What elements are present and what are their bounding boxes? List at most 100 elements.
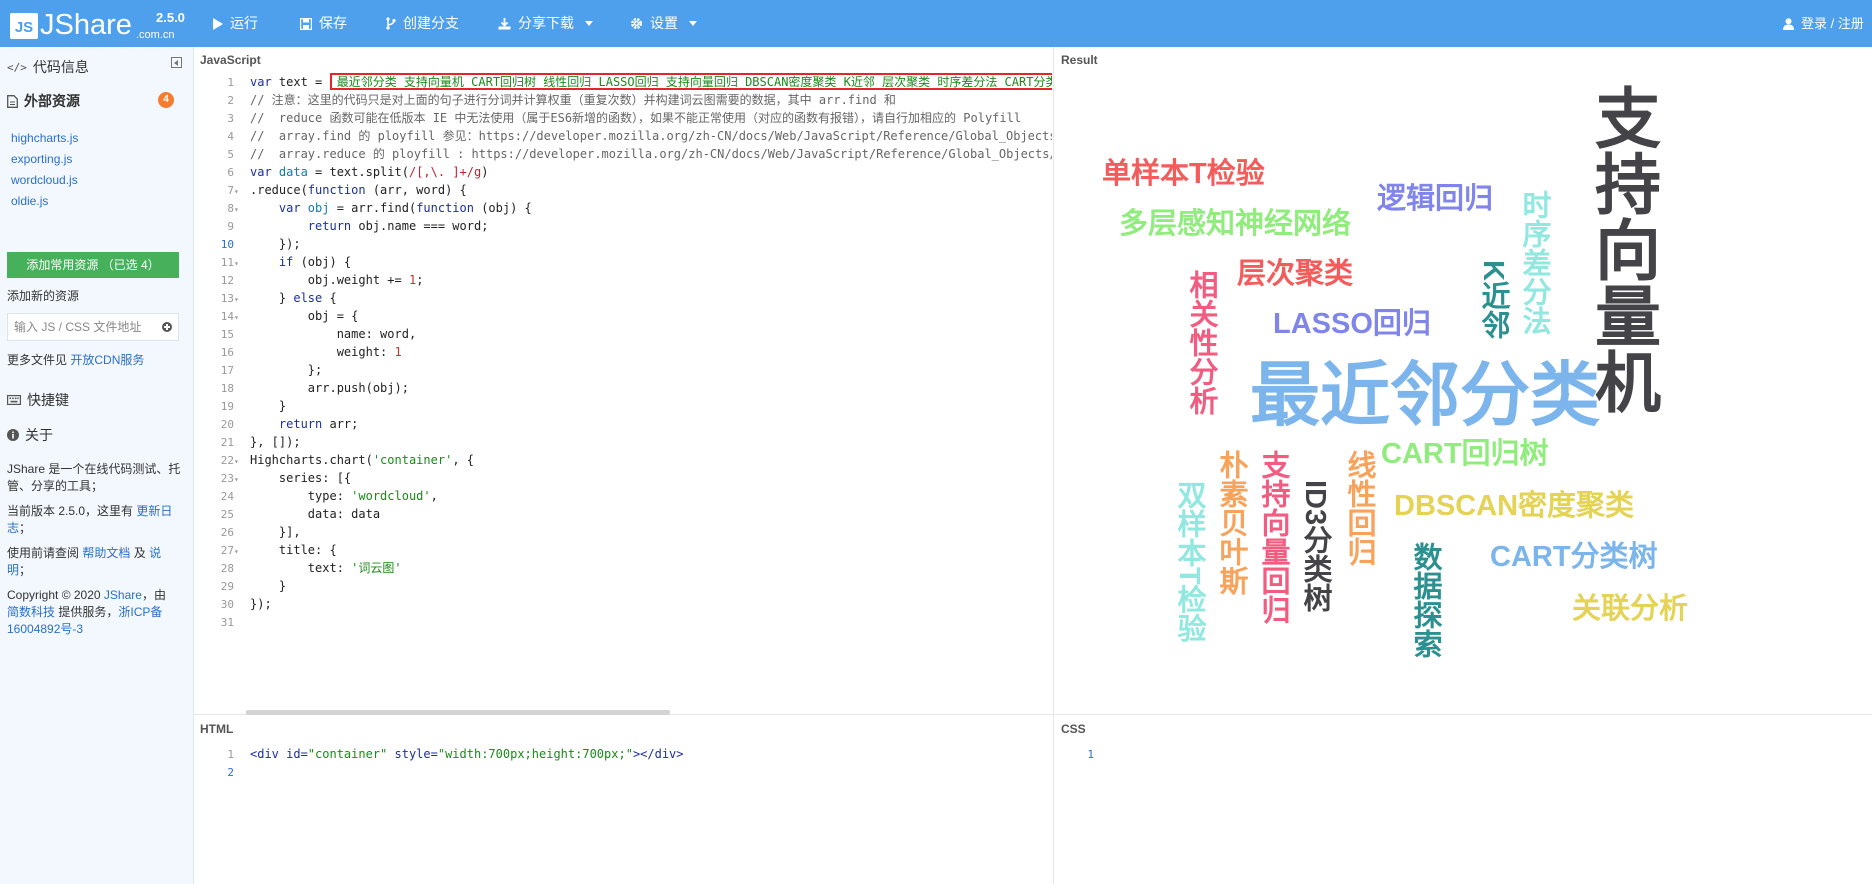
about-description: JShare 是一个在线代码测试、托管、分享的工具； [7, 462, 181, 493]
code-line: 30}); [220, 597, 272, 611]
jshare-link[interactable]: JShare [104, 588, 142, 602]
code-line: 8▾ var obj = arr.find(function (obj) { [227, 201, 532, 215]
js-panel-label: JavaScript [200, 53, 261, 67]
code-line: 15 name: word, [220, 327, 417, 341]
sidebar-item-external[interactable]: 外部资源 [7, 91, 80, 111]
add-new-resource-label: 添加新的资源 [7, 289, 80, 303]
fork-button[interactable]: 创建分支 [386, 0, 459, 47]
word-14[interactable]: ID3分类树 [1299, 480, 1331, 612]
code-line: 4// array.find 的 ployfill 参见：https://dev… [227, 129, 1052, 143]
word-12[interactable]: 朴素贝叶斯 [1215, 450, 1247, 595]
word-13[interactable]: 支持向量回归 [1257, 450, 1289, 624]
logo-word: JShare [40, 9, 132, 41]
logo[interactable]: JS JShare .com.cn 2.5.0 [10, 6, 185, 42]
word-4[interactable]: 多层感知神经网络 [1119, 210, 1351, 239]
code-line: 1 var text = 最近邻分类 支持向量机 CART回归树 线性回归 LA… [227, 73, 1052, 90]
code-line: 11▾ if (obj) { [220, 255, 352, 269]
word-5[interactable]: 时序差分法 [1518, 190, 1550, 335]
word-16[interactable]: 双样本T检验 [1173, 480, 1205, 643]
horizontal-scrollbar[interactable] [246, 710, 670, 715]
word-6[interactable]: 层次聚类 [1237, 260, 1353, 289]
code-line: 10 }); [220, 237, 301, 251]
add-circle-icon[interactable] [162, 322, 172, 332]
keyboard-icon [7, 395, 21, 405]
wordcloud-chart: 支持向量机 最近邻分类 单样本T检验 逻辑回归 多层感知神经网络 时序差分法 层次聚类 K近邻… [1054, 60, 1872, 710]
code-line: 12 obj.weight += 1; [220, 273, 424, 287]
word-11[interactable]: 线性回归 [1343, 450, 1375, 566]
code-line: 5// array.reduce 的 ployfill : https://de… [227, 147, 1052, 161]
resource-link[interactable]: oldie.js [11, 194, 48, 208]
word-9[interactable]: LASSO回归 [1273, 310, 1431, 339]
word-15[interactable]: DBSCAN密度聚类 [1394, 492, 1634, 521]
code-line: 7▾ .reduce(function (arr, word) { [227, 183, 467, 197]
version-info: 当前版本 2.5.0，这里有 更新日志； [7, 504, 173, 535]
code-line: 18 arr.push(obj); [220, 381, 409, 395]
code-line: 13▾ } else { [220, 291, 337, 305]
gear-icon [631, 18, 642, 29]
code-line: 20 return arr; [220, 417, 359, 431]
code-line: 2// 注意：这里的代码只是对上面的句子进行分词并计算权重（重复次数）并构建词云… [227, 93, 896, 107]
run-button[interactable]: 运行 [212, 0, 258, 47]
code-line: 14▾ obj = { [220, 309, 359, 323]
code-line: 22▾ Highcharts.chart('container', { [220, 453, 474, 467]
share-download-button[interactable]: 分享下载 [498, 0, 593, 47]
css-panel-label: CSS [1061, 722, 1086, 736]
play-icon [213, 17, 223, 30]
word-3[interactable]: 逻辑回归 [1377, 185, 1493, 214]
word-10[interactable]: CART回归树 [1381, 440, 1549, 469]
resource-link[interactable]: highcharts.js [11, 131, 78, 145]
sidebar-item-code-info[interactable]: </> 代码信息 [7, 57, 89, 77]
html-panel-label: HTML [200, 722, 234, 736]
sidebar: </> 代码信息 外部资源 4 highcharts.js exporting.… [0, 47, 194, 884]
code-icon: </> [7, 60, 27, 74]
collapse-sidebar-icon[interactable] [171, 57, 182, 68]
open-cdn-link[interactable]: 开放CDN服务 [70, 353, 144, 367]
sidebar-item-about[interactable]: 关于 [7, 425, 53, 445]
code-line: 6 var data = text.split(/[,\. ]+/g) [227, 165, 489, 179]
word-18[interactable]: CART分类树 [1490, 543, 1658, 572]
word-17[interactable]: 数据探索 [1409, 542, 1441, 658]
code-line: 21}, []); [220, 435, 301, 449]
code-line: 27▾ title: { [220, 543, 337, 557]
css-code-editor[interactable]: 1 [1054, 745, 1872, 775]
word-2[interactable]: 单样本T检验 [1102, 160, 1265, 189]
floppy-icon [300, 17, 312, 30]
word-1[interactable]: 最近邻分类 [1250, 360, 1600, 430]
code-line: 17 }; [220, 363, 323, 377]
html-code-editor[interactable]: 1 <div id="container" style="width:700px;… [194, 745, 1052, 785]
file-icon [7, 94, 18, 108]
top-bar: JS JShare .com.cn 2.5.0 运行 保存 创建分支 分享下载 … [0, 0, 1872, 47]
code-line: 28 text: '词云图' [220, 561, 402, 575]
js-code-editor[interactable]: 1 var text = 最近邻分类 支持向量机 CART回归树 线性回归 LA… [194, 73, 1052, 713]
resource-link[interactable]: wordcloud.js [11, 173, 78, 187]
add-common-resources-button[interactable]: 添加常用资源 （已选 4） [7, 252, 179, 278]
code-line: 16 weight: 1 [220, 345, 402, 359]
settings-button[interactable]: 设置 [630, 0, 697, 47]
code-line: 19 } [220, 399, 287, 413]
code-line: 25 data: data [220, 507, 381, 521]
code-line: 3// reduce 函数可能在低版本 IE 中无法使用（属于ES6新增的函数）… [227, 111, 1022, 125]
code-line: 26 }], [220, 525, 301, 539]
word-19[interactable]: 关联分析 [1572, 595, 1688, 624]
resource-url-input[interactable]: 输入 JS / CSS 文件地址 [7, 313, 179, 341]
resource-link[interactable]: exporting.js [11, 152, 72, 166]
word-8[interactable]: 相关性分析 [1185, 270, 1217, 415]
sidebar-item-shortcuts[interactable]: 快捷键 [7, 390, 69, 410]
help-docs-link[interactable]: 帮助文档 [82, 546, 130, 560]
user-icon [1783, 17, 1794, 30]
code-line: 24 type: 'wordcloud', [220, 489, 438, 503]
code-line: 1 [1087, 748, 1094, 761]
chevron-down-icon [689, 21, 697, 26]
download-icon [498, 17, 511, 29]
code-line: 2 [227, 766, 234, 779]
logo-js-mark: JS [10, 13, 38, 39]
copyright: Copyright © 2020 JShare，由 简数科技 提供服务，浙ICP备… [7, 588, 166, 636]
code-line: 9 return obj.name === word; [227, 219, 489, 233]
word-7[interactable]: K近邻 [1477, 260, 1509, 339]
more-files-text: 更多文件见 开放CDN服务 [7, 353, 145, 367]
logo-domain: .com.cn [136, 29, 175, 41]
login-register-link[interactable]: 登录 / 注册 [1783, 0, 1864, 47]
jianshu-link[interactable]: 简数科技 [7, 605, 55, 619]
save-button[interactable]: 保存 [300, 0, 347, 47]
highlight-annotation [330, 73, 1052, 90]
